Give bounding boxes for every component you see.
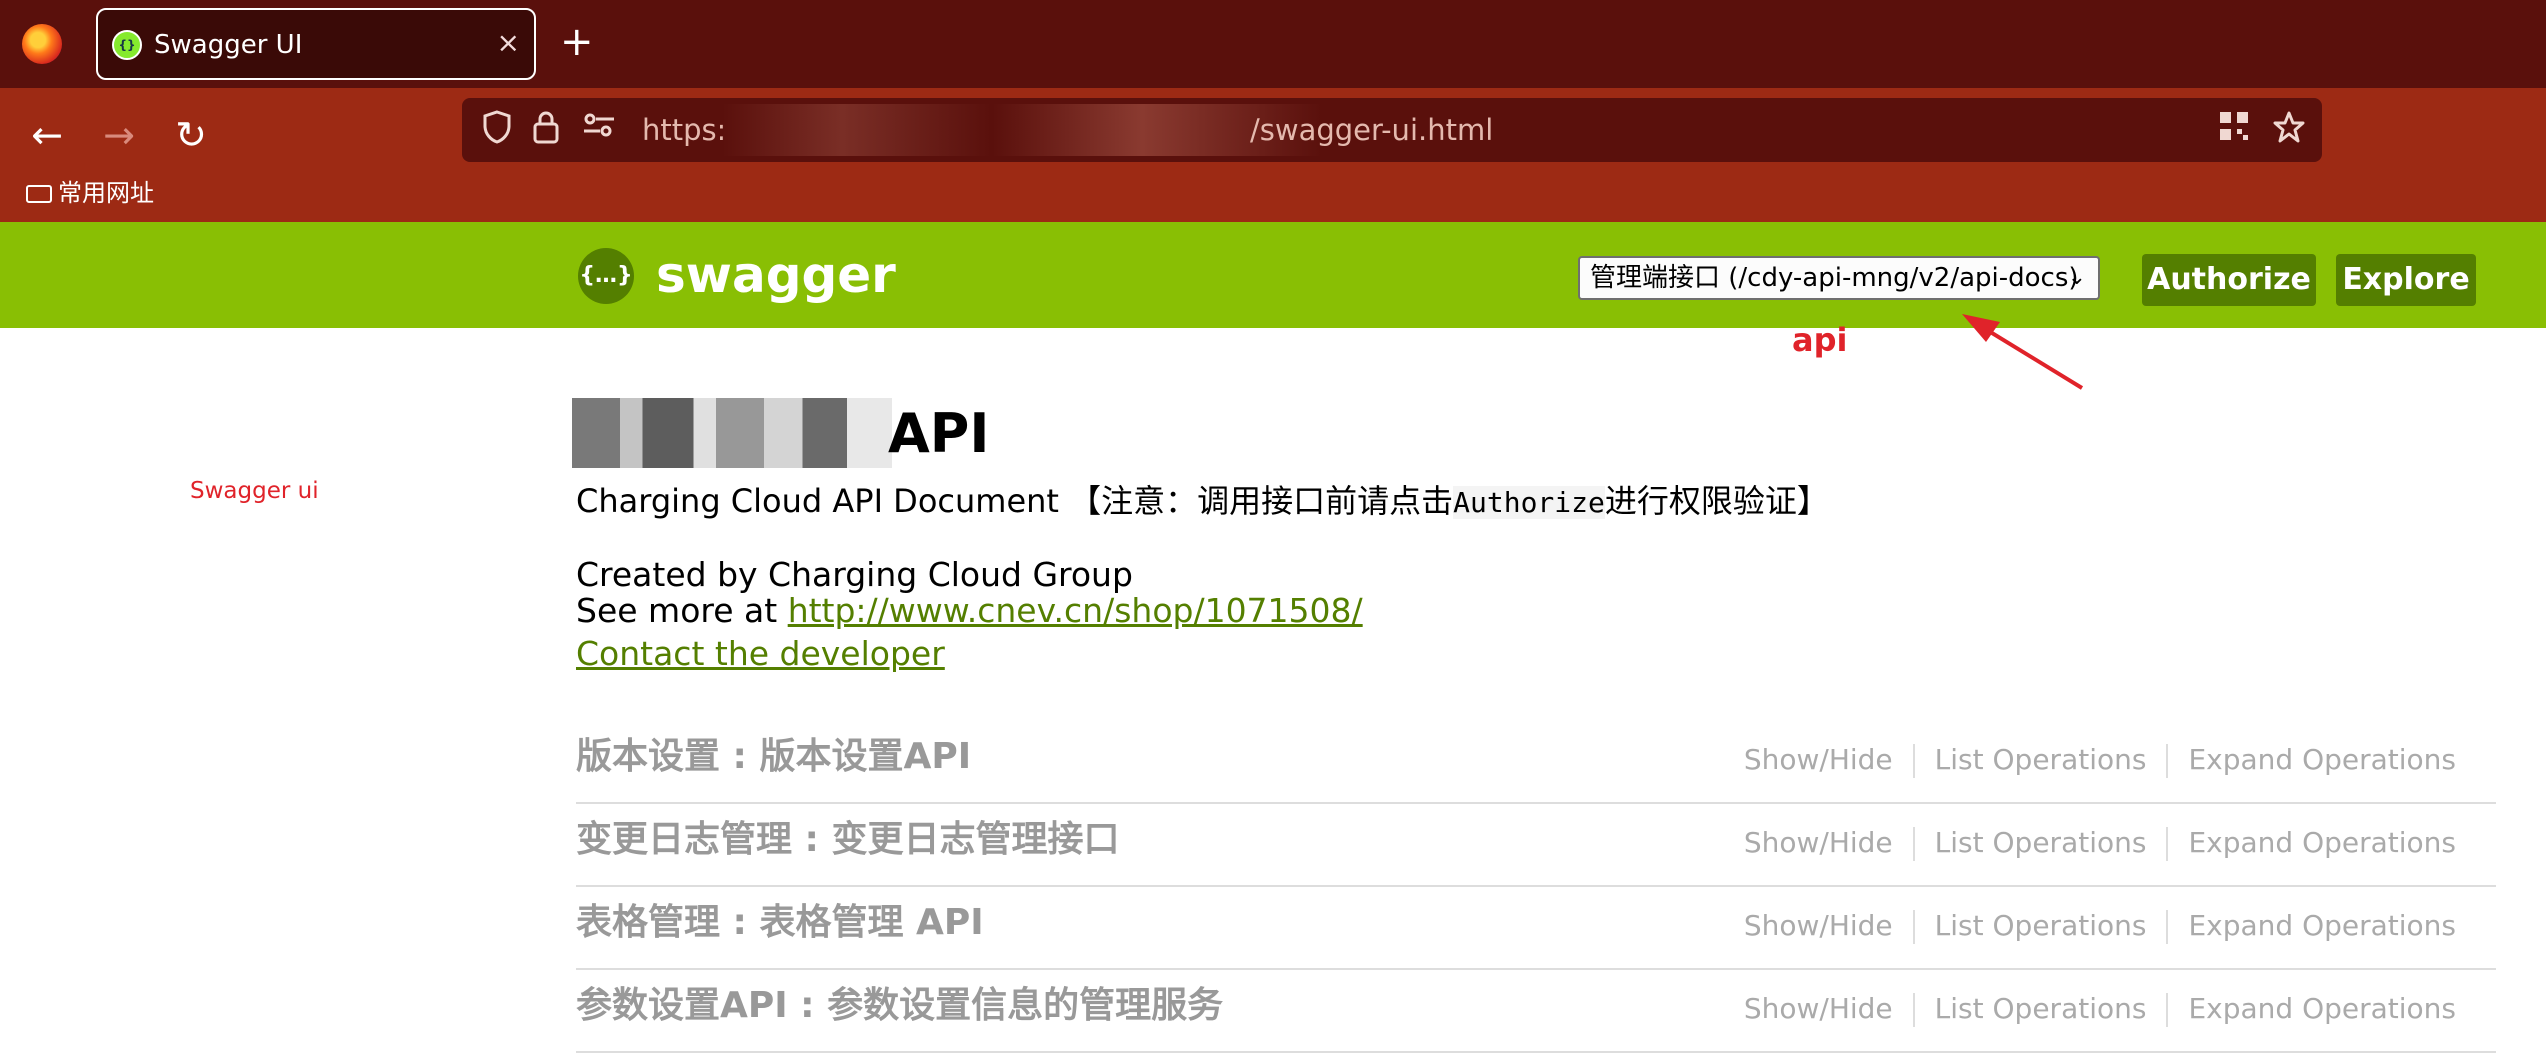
expand-operations-link[interactable]: Expand Operations [2168,992,2476,1025]
api-title: API [888,402,990,465]
annotation-api-label: api [1792,321,1848,359]
list-operations-link[interactable]: List Operations [1915,743,2167,776]
browser-tab[interactable]: {} Swagger UI × [96,8,536,80]
expand-operations-link[interactable]: Expand Operations [2168,909,2476,942]
firefox-menu-icon[interactable] [22,24,62,64]
resource-row: 变更日志管理 : 变更日志管理接口 Show/Hide List Operatio… [576,803,2496,887]
show-hide-link[interactable]: Show/Hide [1724,743,1913,776]
swagger-brand[interactable]: swagger [656,244,896,306]
title-redaction [572,398,892,468]
bookmark-star-icon[interactable] [2272,110,2306,155]
tab-close-icon[interactable]: × [497,26,520,60]
see-more-prefix: See more at [576,591,778,630]
bookmark-folder[interactable]: 常用网址 [26,178,154,208]
annotation-swagger-ui-label: Swagger ui [190,478,319,504]
show-hide-link[interactable]: Show/Hide [1724,826,1913,859]
browser-toolbar: ← → ↻ https: /swagger-ui.html 常用网址 [0,88,2546,222]
resource-ops: Show/Hide List Operations Expand Operation… [1724,825,2476,861]
folder-icon [26,185,52,203]
created-by: Created by Charging Cloud Group [576,555,1133,594]
forward-button[interactable]: → [92,108,146,162]
resource-row: 参数设置API : 参数设置信息的管理服务 Show/Hide List Oper… [576,969,2496,1053]
url-text-head: https: [642,113,727,147]
reload-button[interactable]: ↻ [164,108,218,162]
resource-name[interactable]: 参数设置API : 参数设置信息的管理服务 [576,983,1223,1029]
swagger-logo-icon[interactable]: {…} [578,248,634,304]
show-hide-link[interactable]: Show/Hide [1724,992,1913,1025]
description-code: Authorize [1453,486,1605,519]
qr-code-icon[interactable] [2218,110,2250,153]
contact-developer-link[interactable]: Contact the developer [576,634,945,674]
resource-ops: Show/Hide List Operations Expand Operation… [1724,742,2476,778]
resource-row: 表格管理 : 表格管理 API Show/Hide List Operations… [576,886,2496,970]
swagger-favicon-icon: {} [112,30,142,60]
api-spec-select[interactable]: 管理端接口 (/cdy-api-mng/v2/api-docs) ⌄ [1578,256,2100,300]
lock-icon[interactable] [532,110,560,155]
description-suffix: 进行权限验证】 [1604,482,1829,520]
resource-name[interactable]: 表格管理 : 表格管理 API [576,900,984,946]
description-prefix: Charging Cloud API Document 【注意：调用接口前请点击 [576,482,1454,520]
swagger-header: {…} swagger 管理端接口 (/cdy-api-mng/v2/api-d… [0,222,2546,328]
api-spec-value: 管理端接口 (/cdy-api-mng/v2/api-docs) [1590,263,2079,293]
tab-title: Swagger UI [154,30,303,60]
address-bar[interactable]: https: /swagger-ui.html [462,98,2322,162]
chevron-down-icon: ⌄ [2067,265,2086,290]
url-redaction [722,104,1322,156]
resource-ops: Show/Hide List Operations Expand Operation… [1724,991,2476,1027]
url-text-tail: /swagger-ui.html [1250,113,1494,147]
see-more-link[interactable]: http://www.cnev.cn/shop/1071508/ [788,591,1363,630]
resource-name[interactable]: 变更日志管理 : 变更日志管理接口 [576,817,1119,863]
authorize-button[interactable]: Authorize [2142,254,2316,306]
shield-icon[interactable] [482,110,512,155]
api-description: Charging Cloud API Document 【注意：调用接口前请点击… [576,480,1829,524]
bookmark-label: 常用网址 [58,179,154,207]
expand-operations-link[interactable]: Expand Operations [2168,826,2476,859]
expand-operations-link[interactable]: Expand Operations [2168,743,2476,776]
explore-button[interactable]: Explore [2336,254,2476,306]
back-button[interactable]: ← [20,108,74,162]
browser-tab-bar: {} Swagger UI × + [0,0,2546,88]
new-tab-button[interactable]: + [560,20,594,64]
list-operations-link[interactable]: List Operations [1915,909,2167,942]
list-operations-link[interactable]: List Operations [1915,992,2167,1025]
see-more: See more at http://www.cnev.cn/shop/1071… [576,592,1363,630]
site-permissions-icon[interactable] [582,110,616,151]
resource-row: 版本设置 : 版本设置API Show/Hide List Operations E… [576,720,2496,804]
show-hide-link[interactable]: Show/Hide [1724,909,1913,942]
resource-name[interactable]: 版本设置 : 版本设置API [576,734,971,780]
resource-ops: Show/Hide List Operations Expand Operation… [1724,908,2476,944]
list-operations-link[interactable]: List Operations [1915,826,2167,859]
